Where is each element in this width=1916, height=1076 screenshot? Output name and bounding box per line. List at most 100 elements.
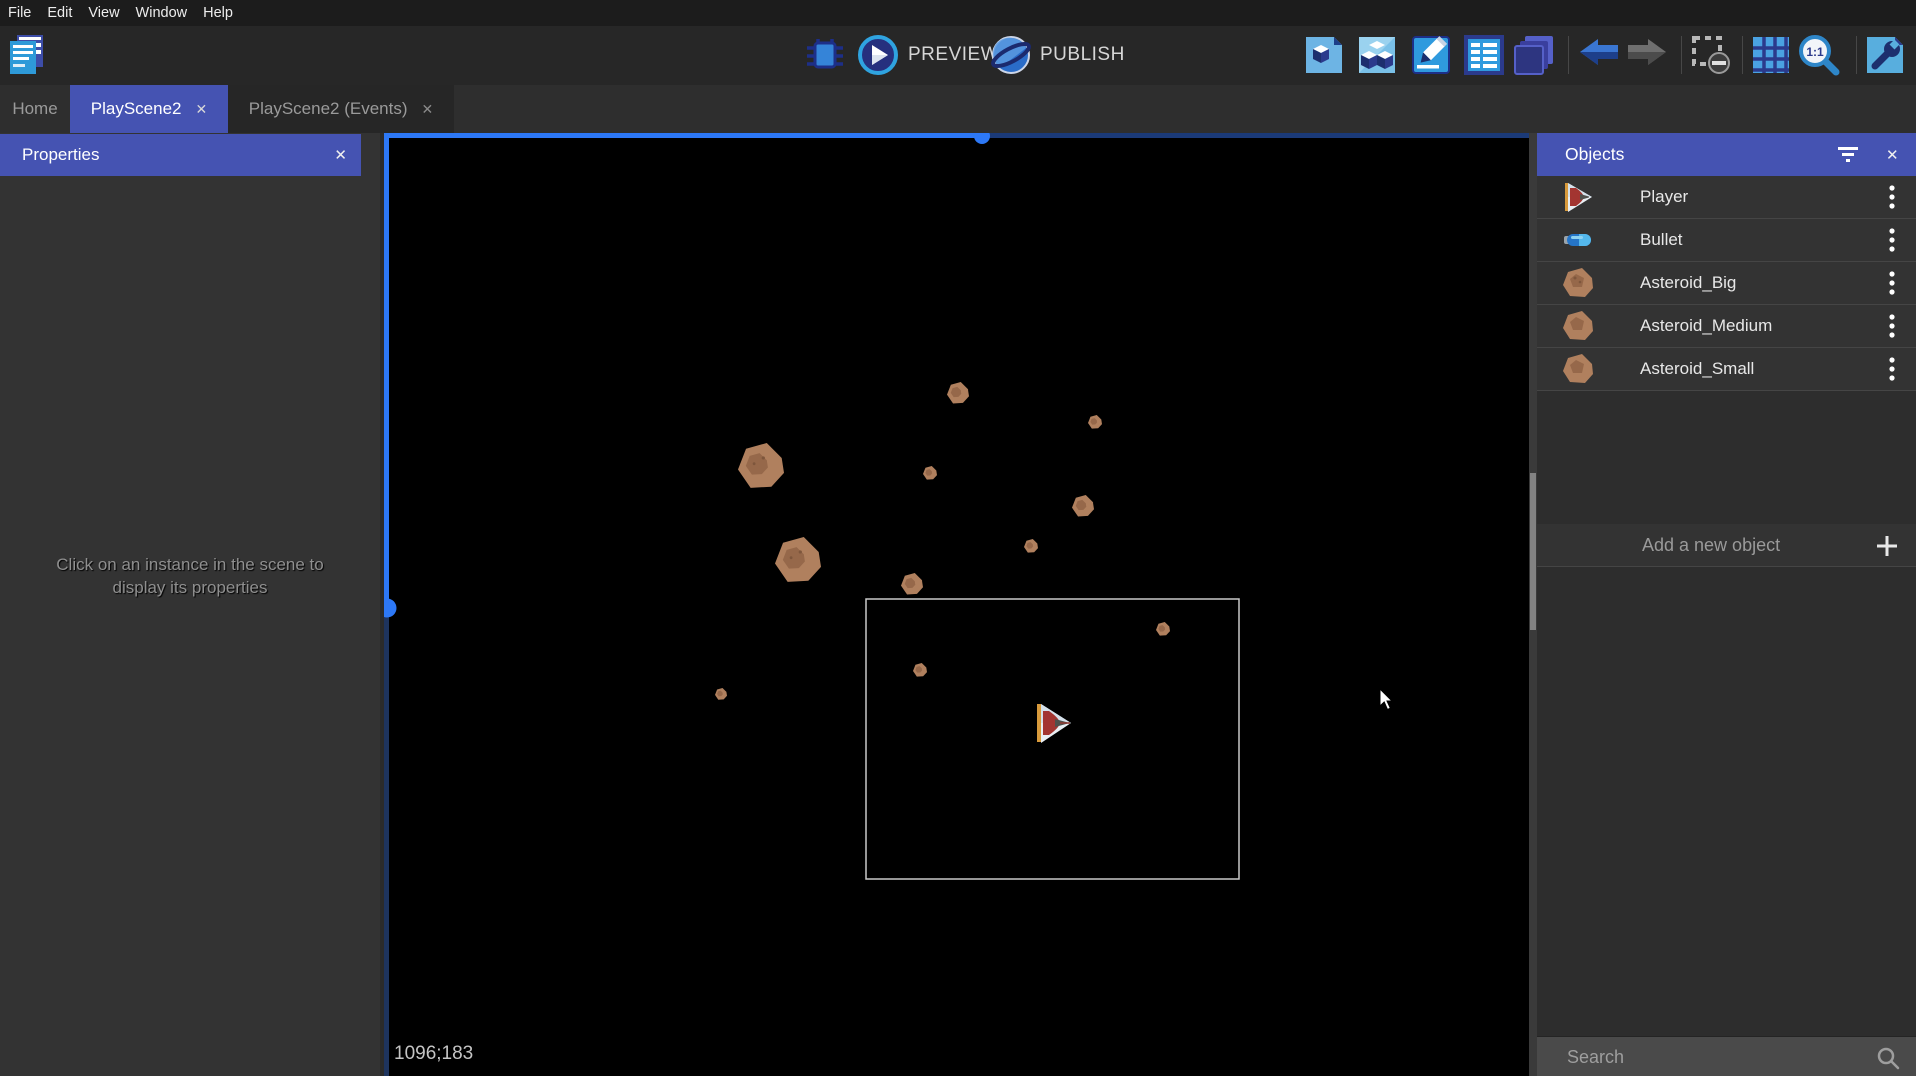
gdevelop-window: File Edit View Window Help bbox=[0, 0, 1916, 1076]
menu-window[interactable]: Window bbox=[136, 5, 188, 21]
project-settings-wrench-icon[interactable] bbox=[1864, 34, 1906, 76]
edit-scene-pencil-icon[interactable] bbox=[1410, 34, 1452, 76]
objects-panel: Objects ✕ bbox=[1537, 133, 1916, 1076]
tab-close-icon[interactable]: ✕ bbox=[196, 101, 208, 118]
project-manager-icon[interactable] bbox=[6, 34, 48, 76]
scene-properties-icon[interactable] bbox=[1303, 34, 1345, 76]
grid-icon[interactable] bbox=[1750, 34, 1792, 76]
svg-text:1:1: 1:1 bbox=[1806, 45, 1824, 59]
menu-bar: File Edit View Window Help bbox=[0, 0, 1916, 26]
scene-render bbox=[384, 133, 1529, 1076]
search-icon bbox=[1876, 1046, 1900, 1075]
selection-border-left-dim bbox=[384, 608, 389, 1076]
object-name: Bullet bbox=[1640, 230, 1683, 250]
tab-home[interactable]: Home bbox=[0, 85, 70, 133]
menu-edit[interactable]: Edit bbox=[47, 5, 72, 21]
debugger-bug-icon[interactable] bbox=[804, 34, 846, 76]
cursor-coordinates: 1096;183 bbox=[394, 1043, 473, 1065]
publish-globe-icon[interactable] bbox=[990, 34, 1032, 76]
object-menu-icon[interactable] bbox=[1886, 356, 1898, 383]
toolbar: PREVIEW PUBLISH bbox=[0, 26, 1916, 85]
search-input[interactable] bbox=[1567, 1037, 1867, 1076]
selection-border-top-dim bbox=[982, 133, 1529, 138]
selection-border-left bbox=[384, 138, 389, 608]
scene-instance-asteroid_small[interactable] bbox=[1088, 415, 1102, 429]
scene-instance-asteroid_medium[interactable] bbox=[901, 573, 923, 594]
toolbar-separator bbox=[1568, 36, 1569, 74]
scene-instance-asteroid_medium[interactable] bbox=[1072, 495, 1094, 516]
object-row-asteroid-big[interactable]: Asteroid_Big bbox=[1537, 262, 1916, 305]
tab-close-icon[interactable]: ✕ bbox=[422, 101, 434, 118]
menu-file[interactable]: File bbox=[8, 5, 31, 21]
scene-canvas[interactable]: 1096;183 bbox=[384, 133, 1529, 1076]
object-row-bullet[interactable]: Bullet bbox=[1537, 219, 1916, 262]
scene-instance-asteroid_big[interactable] bbox=[738, 443, 784, 488]
mouse-cursor bbox=[1380, 689, 1392, 710]
asteroid-icon bbox=[1560, 351, 1596, 387]
object-menu-icon[interactable] bbox=[1886, 227, 1898, 254]
add-new-object-label: Add a new object bbox=[1642, 535, 1780, 556]
object-row-asteroid-small[interactable]: Asteroid_Small bbox=[1537, 348, 1916, 391]
objects-search-bar bbox=[1537, 1036, 1916, 1076]
object-row-asteroid-medium[interactable]: Asteroid_Medium bbox=[1537, 305, 1916, 348]
scene-instance-asteroid_big[interactable] bbox=[775, 537, 821, 582]
object-menu-icon[interactable] bbox=[1886, 313, 1898, 340]
selection-handle-left[interactable] bbox=[384, 599, 397, 618]
tab-bar: Home PlayScene2 ✕ PlayScene2 (Events) ✕ bbox=[0, 85, 1916, 133]
toolbar-separator bbox=[1742, 36, 1743, 74]
object-name: Player bbox=[1640, 187, 1688, 207]
publish-button[interactable]: PUBLISH bbox=[1040, 34, 1125, 76]
properties-panel: Properties ✕ Click on an instance in the… bbox=[0, 133, 380, 1076]
game-window-border bbox=[866, 599, 1239, 879]
deselect-icon[interactable] bbox=[1690, 34, 1732, 76]
canvas-scrollbar[interactable] bbox=[1529, 133, 1537, 1076]
main-area: Properties ✕ Click on an instance in the… bbox=[0, 133, 1916, 1076]
selection-border-top bbox=[384, 133, 982, 138]
properties-panel-title: Properties bbox=[22, 145, 99, 165]
layers-icon[interactable] bbox=[1513, 34, 1555, 76]
canvas-scrollbar-thumb[interactable] bbox=[1530, 473, 1536, 630]
bullet-icon bbox=[1560, 222, 1596, 258]
tab-playscene2-events[interactable]: PlayScene2 (Events) ✕ bbox=[228, 85, 454, 133]
scene-instance-asteroid_medium[interactable] bbox=[947, 382, 969, 403]
scene-instance-asteroid_small[interactable] bbox=[923, 466, 937, 480]
selection-handle-top[interactable] bbox=[974, 133, 990, 144]
object-row-player[interactable]: Player bbox=[1537, 176, 1916, 219]
undo-icon[interactable] bbox=[1578, 34, 1620, 76]
menu-view[interactable]: View bbox=[88, 5, 119, 21]
object-name: Asteroid_Big bbox=[1640, 273, 1736, 293]
redo-icon[interactable] bbox=[1626, 34, 1668, 76]
object-menu-icon[interactable] bbox=[1886, 184, 1898, 211]
preview-play-icon[interactable] bbox=[857, 34, 899, 76]
plus-icon[interactable] bbox=[1875, 534, 1899, 563]
objects-panel-title: Objects bbox=[1565, 144, 1624, 165]
object-name: Asteroid_Small bbox=[1640, 359, 1754, 379]
preview-button[interactable]: PREVIEW bbox=[908, 34, 999, 76]
scene-instance-asteroid_small[interactable] bbox=[1156, 622, 1170, 636]
object-name: Asteroid_Medium bbox=[1640, 316, 1772, 336]
scene-instance-asteroid_small[interactable] bbox=[1024, 539, 1038, 553]
menu-help[interactable]: Help bbox=[203, 5, 233, 21]
tab-home-label: Home bbox=[12, 99, 57, 119]
close-icon[interactable]: ✕ bbox=[1886, 133, 1899, 176]
properties-empty-message: Click on an instance in the scene to dis… bbox=[0, 553, 380, 599]
objects-panel-header: Objects ✕ bbox=[1537, 133, 1916, 176]
ship-icon bbox=[1560, 179, 1596, 215]
close-icon[interactable]: ✕ bbox=[334, 134, 347, 176]
add-new-object-row[interactable]: Add a new object bbox=[1537, 524, 1916, 567]
tab-playscene2[interactable]: PlayScene2 ✕ bbox=[70, 85, 228, 133]
filter-icon[interactable] bbox=[1837, 144, 1859, 169]
object-menu-icon[interactable] bbox=[1886, 270, 1898, 297]
zoom-1-1-icon[interactable]: 1:1 bbox=[1798, 34, 1840, 76]
toolbar-separator bbox=[1681, 36, 1682, 74]
scene-instance-player[interactable] bbox=[1037, 704, 1071, 743]
scene-instance-asteroid_small[interactable] bbox=[715, 688, 727, 700]
scene-instance-asteroid_small[interactable] bbox=[913, 663, 927, 677]
properties-panel-header: Properties ✕ bbox=[0, 134, 361, 176]
objects-list-icon[interactable] bbox=[1356, 34, 1398, 76]
toolbar-separator bbox=[1856, 36, 1857, 74]
tab-playscene2-events-label: PlayScene2 (Events) bbox=[249, 99, 408, 119]
asteroid-icon bbox=[1560, 308, 1596, 344]
instances-list-icon[interactable] bbox=[1463, 34, 1505, 76]
asteroid-icon bbox=[1560, 265, 1596, 301]
